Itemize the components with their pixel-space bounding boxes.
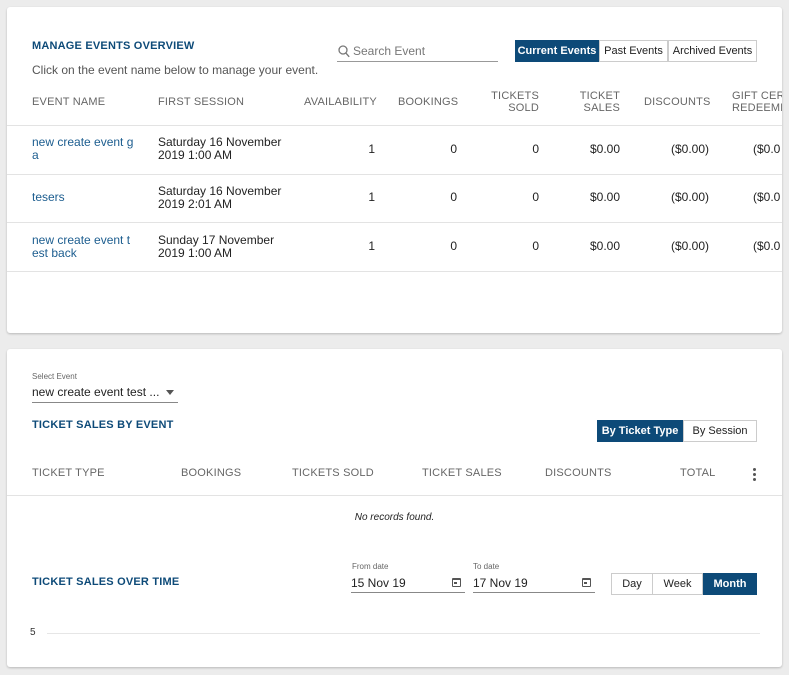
chart-gridline [47, 633, 760, 634]
manage-events-card: MANAGE EVENTS OVERVIEW Click on the even… [7, 7, 782, 333]
column-header-bookings: BOOKINGS [398, 96, 459, 108]
table-divider [7, 495, 782, 496]
availability-cell: 1 [368, 142, 375, 156]
gift-cert-cell: ($0.0 [753, 239, 781, 253]
event-name-link[interactable]: new create event g a [32, 136, 133, 162]
column-header-tickets-sold: TICKETS SOLD [491, 90, 539, 114]
discounts-cell: ($0.00) [670, 239, 709, 253]
availability-cell: 1 [368, 190, 375, 204]
to-date-field[interactable]: 17 Nov 19 [473, 573, 595, 593]
bookings-cell: 0 [450, 239, 457, 253]
discounts-cell: ($0.00) [670, 190, 709, 204]
sales-over-time-title: TICKET SALES OVER TIME [32, 576, 180, 588]
gift-cert-cell: ($0.0 [753, 190, 781, 204]
gift-cert-cell: ($0.0 [753, 142, 781, 156]
column-header-total: TOTAL [680, 467, 716, 479]
tab-archived-events[interactable]: Archived Events [668, 40, 757, 62]
bookings-cell: 0 [450, 190, 457, 204]
overview-subtitle: Click on the event name below to manage … [32, 63, 319, 77]
search-icon [338, 45, 350, 58]
tickets-sold-cell: 0 [532, 190, 539, 204]
from-date-field[interactable]: 15 Nov 19 [351, 573, 465, 593]
search-field[interactable] [337, 42, 498, 62]
first-session-cell: Sunday 17 November 2019 1:00 AM [158, 233, 275, 260]
ticket-sales-card: Select Event new create event test ... T… [7, 349, 782, 667]
more-vertical-icon[interactable] [753, 468, 757, 483]
table-divider [7, 125, 782, 126]
calendar-icon[interactable] [452, 578, 461, 587]
ticket-sales-cell: $0.00 [589, 142, 620, 156]
column-header-tickets-sold: TICKETS SOLD [292, 467, 374, 479]
overview-title: MANAGE EVENTS OVERVIEW [32, 40, 195, 52]
tab-past-events[interactable]: Past Events [599, 40, 668, 62]
select-event-value: new create event test ... [32, 385, 160, 399]
column-header-ticket-sales: TICKET SALES [579, 90, 620, 114]
range-week-button[interactable]: Week [652, 573, 703, 595]
toggle-by-session[interactable]: By Session [683, 420, 757, 442]
column-header-ticket-sales: TICKET SALES [422, 467, 502, 479]
column-header-discounts: DISCOUNTS [644, 96, 711, 108]
row-divider [7, 222, 782, 223]
column-header-event-name: EVENT NAME [32, 96, 106, 108]
tickets-sold-cell: 0 [532, 142, 539, 156]
availability-cell: 1 [368, 239, 375, 253]
ticket-sales-cell: $0.00 [589, 239, 620, 253]
column-header-gift-cert-redeemed: GIFT CER REDEEME [732, 90, 782, 114]
first-session-cell: Saturday 16 November 2019 2:01 AM [158, 184, 282, 211]
calendar-icon[interactable] [582, 578, 591, 587]
from-date-label: From date [352, 562, 389, 571]
column-header-bookings: BOOKINGS [181, 467, 242, 479]
to-date-value: 17 Nov 19 [473, 576, 528, 590]
event-name-link[interactable]: new create event t est back [32, 234, 130, 260]
column-header-ticket-type: TICKET TYPE [32, 467, 105, 479]
toggle-by-ticket-type[interactable]: By Ticket Type [597, 420, 683, 442]
event-name-link[interactable]: tesers [32, 191, 65, 204]
no-records-message: No records found. [354, 512, 435, 523]
range-month-button[interactable]: Month [703, 573, 757, 595]
row-divider [7, 271, 782, 272]
column-header-first-session: FIRST SESSION [158, 96, 245, 108]
row-divider [7, 174, 782, 175]
sales-by-event-title: TICKET SALES BY EVENT [32, 419, 174, 431]
ticket-sales-cell: $0.00 [589, 190, 620, 204]
select-event-label: Select Event [32, 372, 77, 381]
to-date-label: To date [473, 562, 500, 571]
tickets-sold-cell: 0 [532, 239, 539, 253]
column-header-discounts: DISCOUNTS [545, 467, 612, 479]
y-axis-tick-label: 5 [30, 627, 36, 638]
search-input[interactable] [353, 44, 479, 58]
first-session-cell: Saturday 16 November 2019 1:00 AM [158, 135, 282, 162]
from-date-value: 15 Nov 19 [351, 576, 406, 590]
column-header-availability: AVAILABILITY [304, 96, 377, 108]
tab-current-events[interactable]: Current Events [515, 40, 599, 62]
discounts-cell: ($0.00) [670, 142, 709, 156]
select-event-dropdown[interactable]: new create event test ... [32, 383, 178, 403]
chevron-down-icon [166, 390, 174, 395]
range-day-button[interactable]: Day [611, 573, 653, 595]
bookings-cell: 0 [450, 142, 457, 156]
